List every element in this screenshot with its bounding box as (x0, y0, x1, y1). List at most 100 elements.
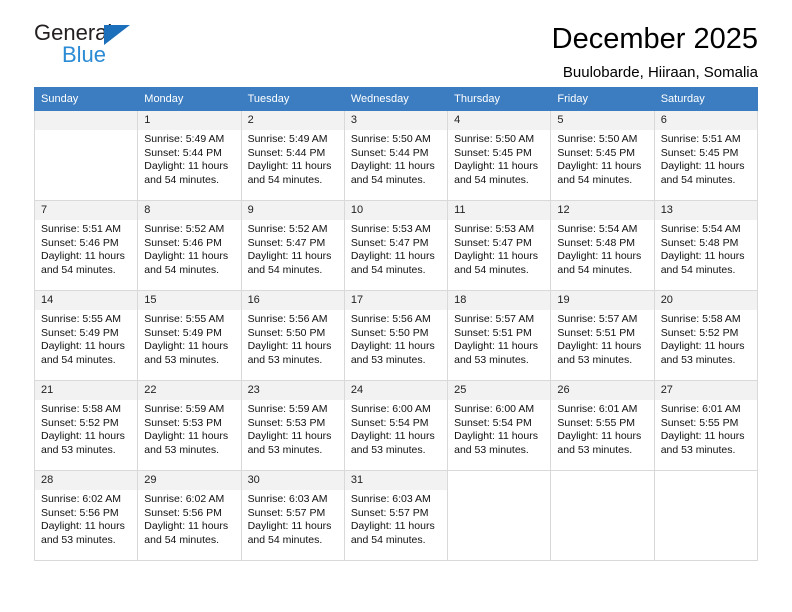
sunset-time: Sunset: 5:57 PM (247, 506, 326, 519)
sunrise-time: Sunrise: 5:59 AM (144, 403, 225, 415)
daylight-duration-line2: and 53 minutes. (41, 443, 116, 456)
sunset-time: Sunset: 5:47 PM (247, 236, 326, 249)
calendar-day-cell[interactable]: 3 Sunrise: 5:50 AM Sunset: 5:44 PM Daylight… (343, 110, 449, 201)
calendar-day-cell[interactable]: 5 Sunrise: 5:50 AM Sunset: 5:45 PM Daylight… (550, 110, 655, 201)
daylight-duration-line2: and 54 minutes. (557, 263, 633, 276)
calendar-day-cell[interactable]: 21 Sunrise: 5:58 AM Sunset: 5:52 PM Dayligh… (33, 380, 139, 471)
weekday-header-friday: Friday (550, 87, 655, 111)
calendar-cell-inner (551, 471, 654, 560)
sunrise-time: Sunrise: 5:50 AM (557, 133, 638, 145)
day-info: Sunrise: 5:50 AM Sunset: 5:44 PM Daylight:… (345, 130, 447, 187)
day-info: Sunrise: 6:01 AM Sunset: 5:55 PM Daylight:… (551, 400, 653, 457)
day-info: Sunrise: 5:54 AM Sunset: 5:48 PM Daylight:… (551, 220, 653, 277)
calendar-day-cell[interactable]: 18 Sunrise: 5:57 AM Sunset: 5:51 PM Dayligh… (447, 290, 552, 381)
calendar-day-cell[interactable]: 16 Sunrise: 5:56 AM Sunset: 5:50 PM Dayligh… (240, 290, 345, 381)
daylight-duration-line1: Daylight: 11 hours (41, 520, 125, 533)
weekday-header-saturday: Saturday (653, 87, 759, 111)
calendar-cell-empty (550, 470, 655, 561)
day-number: 18 (448, 291, 551, 310)
sunrise-time: Sunrise: 6:02 AM (41, 493, 121, 505)
calendar-day-cell[interactable]: 12 Sunrise: 5:54 AM Sunset: 5:48 PM Dayligh… (550, 200, 655, 291)
day-info: Sunrise: 5:56 AM Sunset: 5:50 PM Daylight:… (345, 310, 447, 367)
daylight-duration-line2: and 54 minutes. (247, 173, 323, 186)
calendar-day-cell[interactable]: 11 Sunrise: 5:53 AM Sunset: 5:47 PM Dayligh… (447, 200, 552, 291)
calendar-cell-empty (653, 470, 759, 561)
calendar-cell-inner: 25 Sunrise: 6:00 AM Sunset: 5:54 PM Dayligh… (448, 381, 551, 470)
page-subtitle: Buulobarde, Hiiraan, Somalia (562, 64, 758, 81)
daylight-duration-line1: Daylight: 11 hours (557, 160, 642, 173)
sunset-time: Sunset: 5:57 PM (350, 506, 429, 519)
daylight-duration-line2: and 53 minutes. (557, 443, 633, 456)
daylight-duration-line2: and 53 minutes. (350, 353, 426, 366)
day-number: 25 (448, 381, 551, 400)
calendar-day-cell[interactable]: 15 Sunrise: 5:55 AM Sunset: 5:49 PM Dayligh… (137, 290, 242, 381)
calendar-day-cell[interactable]: 9 Sunrise: 5:52 AM Sunset: 5:47 PM Daylight… (240, 200, 345, 291)
calendar-day-cell[interactable]: 13 Sunrise: 5:54 AM Sunset: 5:48 PM Dayligh… (653, 200, 759, 291)
sunrise-time: Sunrise: 5:49 AM (144, 133, 225, 145)
day-info: Sunrise: 5:50 AM Sunset: 5:45 PM Daylight:… (551, 130, 653, 187)
calendar-day-cell[interactable]: 1 Sunrise: 5:49 AM Sunset: 5:44 PM Daylight… (137, 110, 242, 201)
calendar-day-cell[interactable]: 14 Sunrise: 5:55 AM Sunset: 5:49 PM Dayligh… (33, 290, 139, 381)
daylight-duration-line2: and 53 minutes. (660, 353, 736, 366)
day-number (551, 471, 654, 490)
calendar-cell-inner: 7 Sunrise: 5:51 AM Sunset: 5:46 PM Daylight… (35, 201, 138, 290)
calendar-day-cell[interactable]: 7 Sunrise: 5:51 AM Sunset: 5:46 PM Daylight… (33, 200, 139, 291)
daylight-duration-line1: Daylight: 11 hours (144, 250, 229, 263)
sunrise-time: Sunrise: 5:49 AM (247, 133, 328, 145)
daylight-duration-line2: and 53 minutes. (454, 443, 529, 456)
calendar-day-cell[interactable]: 2 Sunrise: 5:49 AM Sunset: 5:44 PM Daylight… (240, 110, 345, 201)
sunset-time: Sunset: 5:56 PM (144, 506, 222, 519)
calendar-day-cell[interactable]: 27 Sunrise: 6:01 AM Sunset: 5:55 PM Dayligh… (653, 380, 759, 471)
title-block: December 2025 Buulobarde, Hiiraan, Somal… (552, 22, 758, 84)
day-number: 28 (35, 471, 138, 490)
calendar-day-cell[interactable]: 8 Sunrise: 5:52 AM Sunset: 5:46 PM Daylight… (137, 200, 242, 291)
calendar-day-cell[interactable]: 23 Sunrise: 5:59 AM Sunset: 5:53 PM Dayligh… (240, 380, 345, 471)
daylight-duration-line2: and 54 minutes. (350, 533, 426, 546)
sunrise-time: Sunrise: 5:50 AM (454, 133, 535, 145)
calendar-day-cell[interactable]: 26 Sunrise: 6:01 AM Sunset: 5:55 PM Dayligh… (550, 380, 655, 471)
sunset-time: Sunset: 5:52 PM (660, 326, 739, 339)
sunrise-time: Sunrise: 5:52 AM (247, 223, 328, 235)
calendar-day-cell[interactable]: 10 Sunrise: 5:53 AM Sunset: 5:47 PM Dayligh… (343, 200, 449, 291)
calendar-day-cell[interactable]: 6 Sunrise: 5:51 AM Sunset: 5:45 PM Daylight… (653, 110, 759, 201)
weekday-header-thursday: Thursday (447, 87, 552, 111)
sunrise-time: Sunrise: 5:51 AM (41, 223, 121, 235)
calendar-cell-inner: 16 Sunrise: 5:56 AM Sunset: 5:50 PM Dayligh… (241, 291, 344, 380)
daylight-duration-line2: and 54 minutes. (660, 173, 736, 186)
calendar-day-cell[interactable]: 30 Sunrise: 6:03 AM Sunset: 5:57 PM Dayligh… (240, 470, 345, 561)
calendar-day-cell[interactable]: 17 Sunrise: 5:56 AM Sunset: 5:50 PM Dayligh… (343, 290, 449, 381)
calendar-day-cell[interactable]: 4 Sunrise: 5:50 AM Sunset: 5:45 PM Daylight… (447, 110, 552, 201)
calendar-day-cell[interactable]: 19 Sunrise: 5:57 AM Sunset: 5:51 PM Dayligh… (550, 290, 655, 381)
sunrise-time: Sunrise: 5:57 AM (557, 313, 638, 325)
calendar-day-cell[interactable]: 24 Sunrise: 6:00 AM Sunset: 5:54 PM Dayligh… (343, 380, 449, 471)
calendar-cell-inner: 17 Sunrise: 5:56 AM Sunset: 5:50 PM Dayligh… (344, 291, 448, 380)
sunset-time: Sunset: 5:45 PM (557, 146, 636, 159)
calendar-cell-inner: 8 Sunrise: 5:52 AM Sunset: 5:46 PM Daylight… (138, 201, 241, 290)
calendar-day-cell[interactable]: 25 Sunrise: 6:00 AM Sunset: 5:54 PM Dayligh… (447, 380, 552, 471)
sunrise-time: Sunrise: 5:54 AM (660, 223, 741, 235)
day-info: Sunrise: 5:58 AM Sunset: 5:52 PM Daylight:… (35, 400, 137, 457)
day-info: Sunrise: 6:02 AM Sunset: 5:56 PM Daylight:… (35, 490, 137, 547)
sunrise-time: Sunrise: 5:56 AM (350, 313, 431, 325)
daylight-duration-line2: and 54 minutes. (454, 173, 529, 186)
calendar-day-cell[interactable]: 22 Sunrise: 5:59 AM Sunset: 5:53 PM Dayligh… (137, 380, 242, 471)
calendar-day-cell[interactable]: 29 Sunrise: 6:02 AM Sunset: 5:56 PM Dayligh… (137, 470, 242, 561)
calendar-day-cell[interactable]: 20 Sunrise: 5:58 AM Sunset: 5:52 PM Dayligh… (653, 290, 759, 381)
weekday-header-tuesday: Tuesday (240, 87, 345, 111)
day-info: Sunrise: 5:58 AM Sunset: 5:52 PM Daylight:… (655, 310, 757, 367)
calendar-cell-inner: 9 Sunrise: 5:52 AM Sunset: 5:47 PM Daylight… (241, 201, 344, 290)
daylight-duration-line2: and 53 minutes. (350, 443, 426, 456)
sunset-time: Sunset: 5:49 PM (144, 326, 222, 339)
calendar-cell-inner: 6 Sunrise: 5:51 AM Sunset: 5:45 PM Daylight… (654, 111, 757, 200)
sunset-time: Sunset: 5:46 PM (41, 236, 119, 249)
day-info: Sunrise: 5:49 AM Sunset: 5:44 PM Daylight:… (242, 130, 344, 187)
calendar-day-cell[interactable]: 31 Sunrise: 6:03 AM Sunset: 5:57 PM Dayligh… (343, 470, 449, 561)
day-number (654, 471, 757, 490)
daylight-duration-line1: Daylight: 11 hours (41, 340, 125, 353)
day-number: 1 (138, 111, 241, 130)
day-number (448, 471, 551, 490)
sunset-time: Sunset: 5:46 PM (144, 236, 222, 249)
sunset-time: Sunset: 5:51 PM (454, 326, 532, 339)
calendar-day-cell[interactable]: 28 Sunrise: 6:02 AM Sunset: 5:56 PM Dayligh… (33, 470, 139, 561)
month-calendar: Sunday Monday Tuesday Wednesday Thursday… (33, 87, 759, 561)
